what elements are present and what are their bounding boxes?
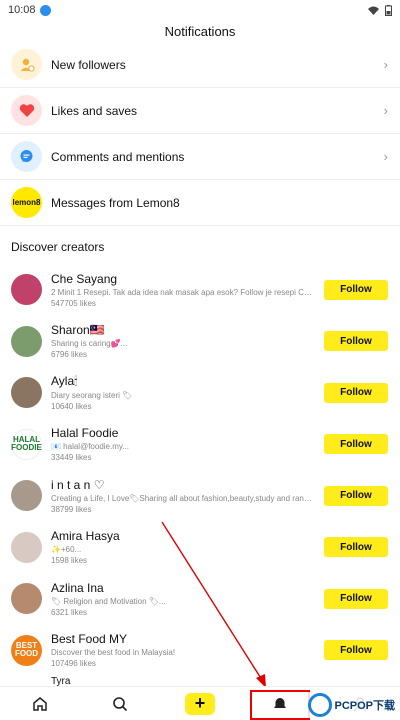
avatar [11,583,42,615]
creator-name: Ayla🕯 [51,374,78,389]
chevron-right-icon: › [383,103,388,118]
creator-row[interactable]: Sharon🇲🇾 Sharing is caring💕... 6796 like… [0,316,400,368]
avatar [11,377,42,409]
notif-likes-saves[interactable]: Likes and saves › [0,88,400,134]
notif-label: Likes and saves [51,103,138,118]
home-icon[interactable] [20,689,60,719]
creator-name: Best Food MY [51,632,128,647]
creator-row[interactable]: Amira Hasya ✨+60... 1598 likes Follow [0,522,400,574]
watermark: PCPOP下载 [305,692,398,718]
creator-likes: 33449 likes [51,453,92,463]
follow-button[interactable]: Follow [324,485,388,506]
creator-likes: 547705 likes [51,298,96,308]
page-title: Notifications [164,23,236,39]
creator-desc: Discover the best food in Malaysia! [51,648,176,658]
person-add-icon [11,49,42,80]
creator-name: Sharon🇲🇾 [51,323,105,338]
creator-row[interactable]: BEST FOOD Best Food MY Discover the best… [0,625,400,677]
creator-name: Azlina Ina [51,580,104,595]
creator-desc: Sharing is caring💕... [51,339,128,349]
creator-likes: 10640 likes [51,402,92,412]
creator-desc: 🏷 Religion and Motivation 🏷... [51,596,166,606]
chat-bubble-icon [11,141,42,172]
creator-list: Che Sayang 2 Minit 1 Resepi. Tak ada ide… [0,264,400,686]
create-plus-button[interactable]: + [180,689,220,719]
follow-button[interactable]: Follow [324,382,388,403]
creator-row[interactable]: Che Sayang 2 Minit 1 Resepi. Tak ada ide… [0,264,400,316]
avatar: BEST FOOD [11,634,42,666]
creator-row[interactable]: Azlina Ina 🏷 Religion and Motivation 🏷..… [0,573,400,625]
creator-likes: 107496 likes [51,659,96,669]
notif-label: New followers [51,57,126,72]
creator-name: Halal Foodie [51,426,119,441]
follow-button[interactable]: Follow [324,279,388,300]
battery-icon [385,4,392,16]
search-icon[interactable] [100,689,140,719]
creator-name: Che Sayang [51,271,118,286]
avatar [11,480,42,512]
status-time: 10:08 [8,4,36,16]
avatar [11,274,42,306]
follow-button[interactable]: Follow [324,588,388,609]
creator-likes: 6796 likes [51,350,88,360]
creator-desc: Diary seorang isteri 🏷 [51,391,133,401]
creator-likes: 38799 likes [51,504,92,514]
notification-categories: New followers › Likes and saves › Commen… [0,42,400,226]
download-icon [39,4,51,16]
creator-desc: 📧 halal@foodie.my... [51,442,129,452]
follow-button[interactable]: Follow [324,537,388,558]
follow-button[interactable]: Follow [324,640,388,661]
creator-likes: 1598 likes [51,556,88,566]
chevron-right-icon: › [383,57,388,72]
notif-comments-mentions[interactable]: Comments and mentions › [0,134,400,180]
chevron-right-icon: › [383,149,388,164]
section-title: Discover creators [11,240,105,254]
creator-name-partial: Tyra [51,676,71,686]
creator-row[interactable]: i n t a n ♡ Creating a Life, I Love🏷Shar… [0,470,400,522]
status-bar: 10:08 [0,0,400,20]
watermark-logo-icon [308,693,333,717]
creator-name: Amira Hasya [51,529,120,544]
avatar: HALAL FOODIE [11,428,42,460]
avatar [11,531,42,563]
follow-button[interactable]: Follow [324,434,388,455]
avatar [11,325,42,357]
creator-name: i n t a n ♡ [51,477,105,492]
lemon8-logo: lemon8 [11,187,42,218]
wifi-icon [368,6,379,15]
notif-new-followers[interactable]: New followers › [0,42,400,88]
creator-row[interactable]: HALAL FOODIE Halal Foodie 📧 halal@foodie… [0,419,400,471]
notif-label: Comments and mentions [51,149,185,164]
creator-row[interactable]: Ayla🕯 Diary seorang isteri 🏷 10640 likes… [0,367,400,419]
creator-likes: 6321 likes [51,607,88,617]
creator-desc: 2 Minit 1 Resepi. Tak ada idea nak masak… [51,287,316,297]
creator-desc: Creating a Life, I Love🏷Sharing all abou… [51,493,316,503]
follow-button[interactable]: Follow [324,331,388,352]
notif-label: Messages from Lemon8 [51,195,180,210]
heart-icon [11,95,42,126]
notif-lemon8-messages[interactable]: lemon8 Messages from Lemon8 [0,180,400,226]
annotation-highlight-box [250,690,310,720]
creator-desc: ✨+60... [51,545,82,555]
